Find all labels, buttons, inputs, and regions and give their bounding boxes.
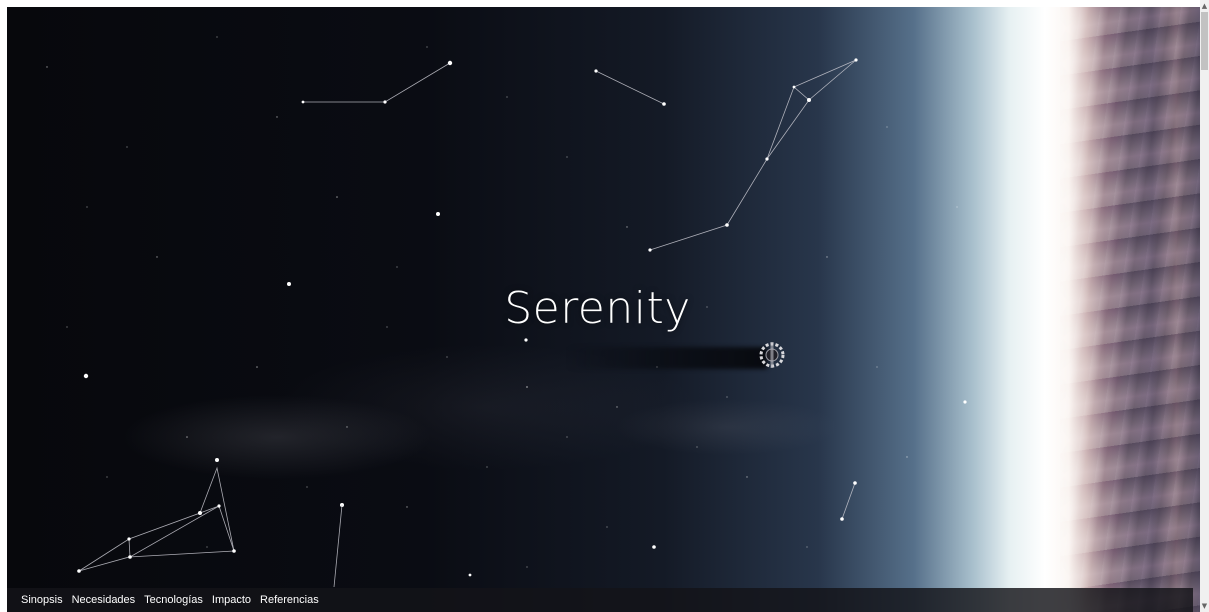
scroll-up-arrow-icon[interactable]: ▲ [1200, 1, 1209, 11]
nav-link-referencias[interactable]: Referencias [260, 594, 319, 606]
nav-link-tecnologias[interactable]: Tecnologías [144, 594, 203, 606]
spaceship-trail [567, 347, 767, 369]
bright-stars [83, 212, 967, 577]
site-title: Serenity [504, 283, 691, 334]
spaceship-icon [759, 342, 785, 368]
bottom-navigation: Sinopsis Necesidades Tecnologías Impacto… [7, 588, 1193, 612]
nav-link-impacto[interactable]: Impacto [212, 594, 251, 606]
nav-link-necesidades[interactable]: Necesidades [72, 594, 136, 606]
vertical-scrollbar[interactable]: ▲ ▼ [1200, 0, 1209, 612]
scroll-down-arrow-icon[interactable]: ▼ [1200, 601, 1209, 611]
scrollbar-thumb[interactable] [1201, 12, 1208, 70]
page-top-margin [0, 0, 1200, 7]
nav-link-sinopsis[interactable]: Sinopsis [21, 594, 63, 606]
